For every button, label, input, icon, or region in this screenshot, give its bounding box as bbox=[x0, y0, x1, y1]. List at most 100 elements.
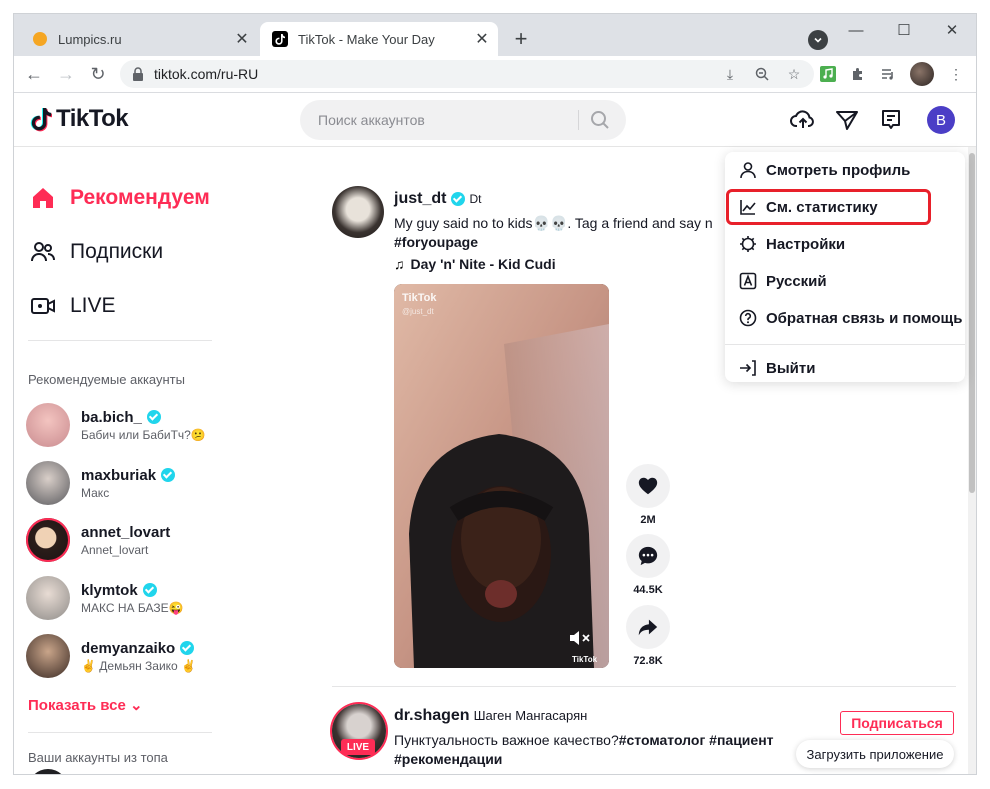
verified-badge-icon bbox=[161, 468, 176, 482]
verified-badge-icon bbox=[146, 410, 161, 424]
post-hashtag[interactable]: #рекомендации bbox=[394, 751, 502, 767]
menu-label: Обратная связь и помощь bbox=[766, 309, 963, 327]
nav-live[interactable]: LIVE bbox=[30, 293, 116, 319]
music-title: Day 'n' Nite - Kid Cudi bbox=[410, 256, 556, 272]
comment-button[interactable] bbox=[626, 534, 670, 578]
menu-label: Русский bbox=[766, 272, 827, 290]
show-all-label: Показать все bbox=[28, 697, 126, 714]
top-account-avatar[interactable] bbox=[28, 769, 68, 774]
post-music[interactable]: ♫ Day 'n' Nite - Kid Cudi bbox=[394, 256, 556, 272]
tab-title: TikTok - Make Your Day bbox=[298, 31, 435, 47]
media-queue-icon[interactable] bbox=[878, 64, 898, 84]
nav-label: Рекомендуем bbox=[70, 186, 210, 209]
zoom-icon[interactable] bbox=[752, 64, 772, 84]
menu-feedback-help[interactable]: Обратная связь и помощь bbox=[725, 300, 965, 336]
reload-icon[interactable]: ↻ bbox=[86, 62, 110, 86]
profile-avatar-icon[interactable] bbox=[910, 62, 934, 86]
comment-action: 44.5K bbox=[626, 534, 670, 596]
account-subtitle: Макс bbox=[81, 485, 110, 500]
post-nickname: Dt bbox=[469, 192, 482, 206]
forward-icon[interactable]: → bbox=[54, 62, 78, 86]
upload-cloud-icon[interactable] bbox=[790, 107, 816, 133]
post-divider bbox=[332, 686, 956, 687]
maximize-icon[interactable]: ☐ bbox=[880, 14, 928, 46]
video-player[interactable]: TikTok @just_dt TikTok bbox=[394, 284, 609, 668]
music-extension-icon[interactable] bbox=[818, 64, 838, 84]
search-separator bbox=[578, 110, 579, 130]
post-hashtag[interactable]: #foryoupage bbox=[394, 234, 478, 250]
tab-close-icon[interactable]: ✕ bbox=[472, 29, 492, 49]
chrome-menu-icon[interactable]: ⋮ bbox=[946, 64, 966, 84]
home-icon bbox=[33, 188, 53, 208]
menu-settings[interactable]: Настройки bbox=[725, 226, 965, 262]
post-caption: My guy said no to kids💀💀. Tag a friend a… bbox=[394, 215, 713, 231]
new-tab-button[interactable]: + bbox=[508, 26, 534, 52]
sidebar-divider bbox=[28, 732, 212, 733]
suggested-account[interactable]: klymtok МАКС НА БАЗЕ😜 bbox=[26, 576, 184, 620]
user-avatar[interactable]: B bbox=[927, 106, 955, 134]
logo-text: TikTok bbox=[56, 105, 129, 132]
tab-lumpics[interactable]: Lumpics.ru ✕ bbox=[20, 22, 258, 56]
gear-icon bbox=[740, 236, 756, 252]
inbox-icon[interactable] bbox=[878, 107, 904, 133]
mute-icon[interactable] bbox=[568, 629, 592, 652]
post-author-avatar[interactable] bbox=[332, 186, 384, 238]
video-watermark-bottom: TikTok bbox=[572, 655, 598, 664]
account-username: demyanzaiko bbox=[81, 639, 176, 657]
suggested-account[interactable]: ba.bich_ Бабич или БабиТч?😕 bbox=[26, 403, 206, 447]
like-count: 2M bbox=[640, 514, 656, 526]
suggested-account[interactable]: demyanzaiko ✌ Демьян Заико ✌ bbox=[26, 634, 196, 678]
messages-paper-plane-icon[interactable] bbox=[834, 107, 860, 133]
suggested-account[interactable]: maxburiak Макс bbox=[26, 461, 176, 505]
bookmark-star-icon[interactable]: ☆ bbox=[784, 64, 804, 84]
extensions-puzzle-icon[interactable] bbox=[848, 64, 868, 84]
nav-following[interactable]: Подписки bbox=[30, 239, 163, 265]
post-username[interactable]: dr.shagen bbox=[394, 707, 470, 725]
follow-button[interactable]: Подписаться bbox=[840, 711, 954, 735]
page-scrollbar[interactable] bbox=[968, 147, 976, 774]
chevron-down-icon: ⌄ bbox=[130, 697, 143, 714]
window-close-icon[interactable]: ✕ bbox=[928, 14, 976, 46]
install-icon[interactable]: ⤓ bbox=[720, 64, 740, 84]
menu-view-profile[interactable]: Смотреть профиль bbox=[725, 152, 965, 188]
post-hashtags[interactable]: #стоматолог #пациент bbox=[619, 732, 774, 748]
browser-window: Lumpics.ru ✕ TikTok - Make Your Day ✕ + … bbox=[14, 14, 976, 774]
minimize-icon[interactable]: — bbox=[832, 14, 880, 46]
account-username: annet_lovart bbox=[81, 523, 171, 541]
suggested-account[interactable]: annet_lovart Annet_lovart bbox=[26, 518, 170, 562]
menu-language[interactable]: Русский bbox=[725, 263, 965, 299]
tiktok-logo[interactable]: TikTok bbox=[30, 105, 129, 133]
live-badge: LIVE bbox=[341, 739, 375, 755]
language-icon bbox=[739, 272, 757, 290]
post-caption-line: Пунктуальность важное качество?#стоматол… bbox=[394, 732, 774, 750]
account-avatar bbox=[26, 518, 70, 562]
user-icon bbox=[740, 162, 756, 179]
back-icon[interactable]: ← bbox=[22, 62, 46, 86]
account-search bbox=[300, 100, 626, 140]
address-bar[interactable]: tiktok.com/ru-RU ⤓ ☆ bbox=[120, 60, 814, 88]
search-icon[interactable] bbox=[590, 110, 610, 130]
tab-close-icon[interactable]: ✕ bbox=[232, 29, 252, 49]
download-app-button[interactable]: Загрузить приложение bbox=[796, 740, 954, 768]
scrollbar-thumb[interactable] bbox=[969, 153, 975, 493]
tab-strip: Lumpics.ru ✕ TikTok - Make Your Day ✕ + … bbox=[14, 14, 976, 56]
left-sidebar: Рекомендуем Подписки LIVE Рекомендуемые … bbox=[14, 147, 224, 774]
show-all-link[interactable]: Показать все ⌄ bbox=[28, 696, 143, 714]
post-username[interactable]: just_dt bbox=[394, 190, 446, 208]
tab-tiktok[interactable]: TikTok - Make Your Day ✕ bbox=[260, 22, 498, 56]
tab-title: Lumpics.ru bbox=[58, 31, 122, 47]
menu-label: Смотреть профиль bbox=[766, 161, 911, 179]
video-frame bbox=[394, 284, 609, 668]
comment-count: 44.5K bbox=[633, 584, 663, 596]
nav-label: LIVE bbox=[70, 294, 116, 317]
browser-toolbar: ← → ↻ tiktok.com/ru-RU ⤓ ☆ ⋮ bbox=[14, 56, 976, 93]
search-input[interactable] bbox=[316, 111, 560, 129]
url-text: tiktok.com/ru-RU bbox=[154, 66, 259, 82]
tab-search-icon[interactable] bbox=[808, 30, 828, 50]
menu-logout[interactable]: Выйти bbox=[725, 351, 965, 385]
like-button[interactable] bbox=[626, 464, 670, 508]
help-icon bbox=[739, 309, 757, 327]
account-username: klymtok bbox=[81, 581, 138, 599]
nav-for-you[interactable]: Рекомендуем bbox=[30, 185, 210, 211]
share-button[interactable] bbox=[626, 605, 670, 649]
